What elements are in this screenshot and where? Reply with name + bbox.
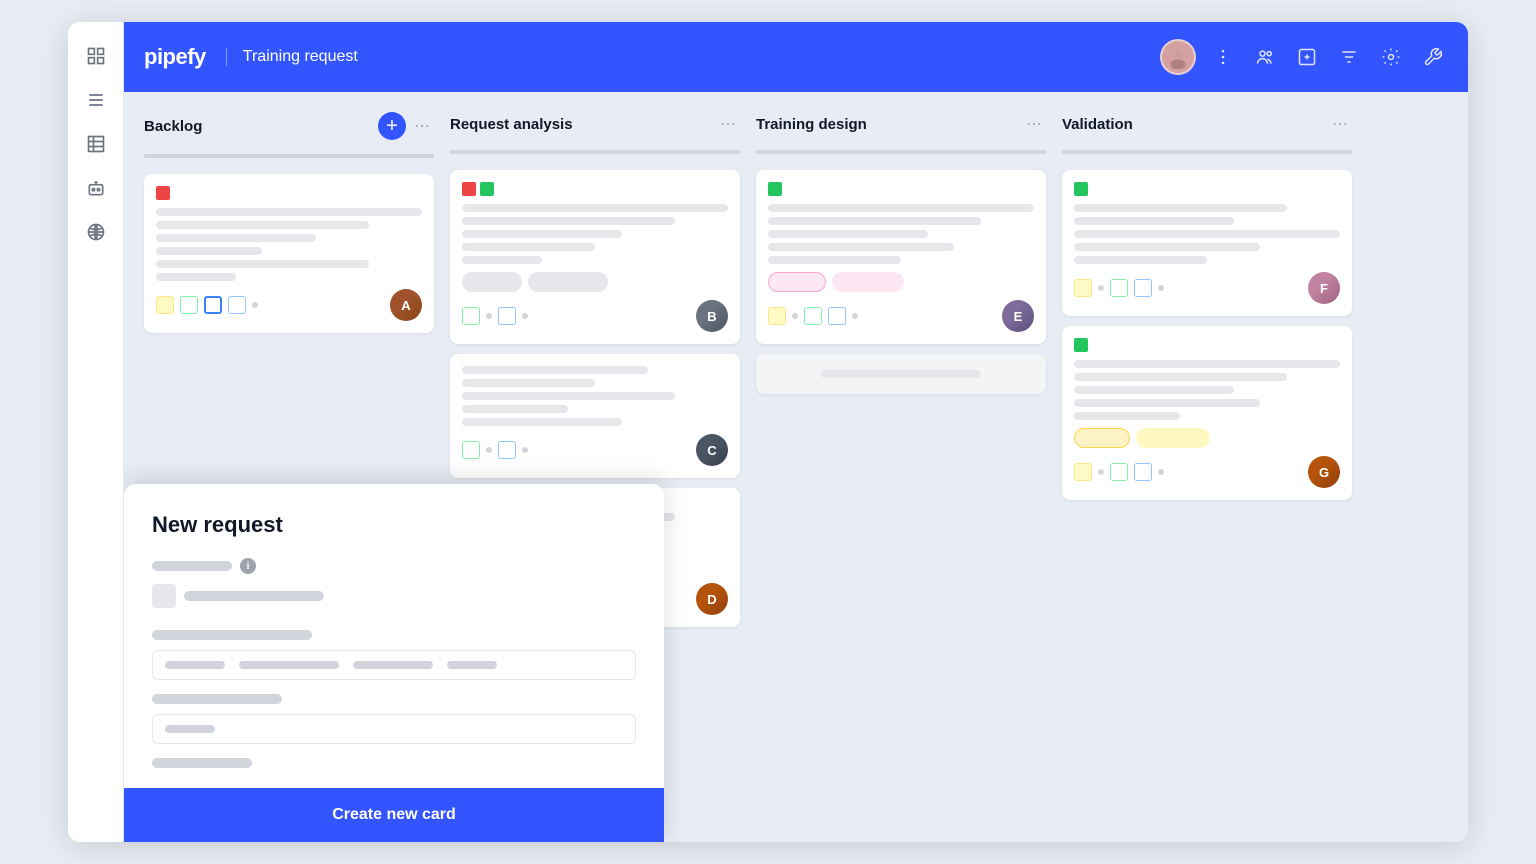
column-request-analysis-title: Request analysis	[450, 116, 712, 133]
td-card-icon-2	[804, 307, 822, 325]
column-validation-title: Validation	[1062, 116, 1324, 133]
more-options-icon[interactable]	[1208, 42, 1238, 72]
v-card-avatar-1: F	[1308, 272, 1340, 304]
new-request-form: New request i	[124, 484, 664, 842]
v-card-icon-1	[1074, 279, 1092, 297]
column-ra-more-button[interactable]: ⋯	[716, 112, 740, 136]
form-footer: Create new card	[124, 788, 664, 842]
ra-card-icon-2	[498, 307, 516, 325]
ra-card-avatar-3: D	[696, 583, 728, 615]
sidebar	[68, 22, 124, 842]
v-card2-icon-3	[1134, 463, 1152, 481]
logo-text: pipefy	[144, 44, 206, 70]
form-field-1-row: i	[152, 558, 636, 574]
ra-card-2: C	[450, 354, 740, 478]
people-icon[interactable]	[1250, 42, 1280, 72]
ra-card-avatar-1: B	[696, 300, 728, 332]
column-more-button[interactable]: ⋯	[410, 114, 434, 138]
v-card-2: G	[1062, 326, 1352, 500]
column-backlog-header: Backlog + ⋯	[144, 112, 434, 140]
form-input-1[interactable]	[152, 650, 636, 680]
form-input-2[interactable]	[152, 714, 636, 744]
column-v-line	[1062, 150, 1352, 154]
card-icon-4	[228, 296, 246, 314]
kanban-board: Backlog + ⋯	[124, 92, 1468, 842]
column-backlog-title: Backlog	[144, 118, 378, 135]
v-card-icon-3	[1134, 279, 1152, 297]
column-td-line	[756, 150, 1046, 154]
v-card2-icon-2	[1110, 463, 1128, 481]
ra-card2-icon-1	[462, 441, 480, 459]
ra-card-avatar-2: C	[696, 434, 728, 466]
main-content: pipefy Training request	[124, 22, 1468, 842]
form-value-1	[184, 591, 324, 601]
v-card-icon-2	[1110, 279, 1128, 297]
logo: pipefy	[144, 44, 206, 70]
column-training-design-header: Training design ⋯	[756, 112, 1046, 136]
page-title: Training request	[226, 48, 358, 66]
column-ra-line	[450, 150, 740, 154]
column-validation: Validation ⋯	[1062, 112, 1352, 822]
form-info-icon: i	[240, 558, 256, 574]
card-icon-3	[204, 296, 222, 314]
column-validation-header: Validation ⋯	[1062, 112, 1352, 136]
filter-icon[interactable]	[1334, 42, 1364, 72]
td-card-placeholder	[756, 354, 1046, 394]
form-label-2	[152, 630, 312, 640]
create-new-card-button[interactable]: Create new card	[332, 806, 456, 824]
column-add-button[interactable]: +	[378, 112, 406, 140]
form-title: New request	[152, 512, 636, 538]
header-actions	[1160, 39, 1448, 75]
form-bottom-label	[152, 758, 252, 768]
td-card-1: E	[756, 170, 1046, 344]
form-label-3	[152, 694, 282, 704]
ra-card-icon-1	[462, 307, 480, 325]
column-v-more-button[interactable]: ⋯	[1328, 112, 1352, 136]
settings-icon[interactable]	[1376, 42, 1406, 72]
column-backlog-line	[144, 154, 434, 158]
card-avatar-1: A	[390, 289, 422, 321]
sidebar-item-grid[interactable]	[78, 38, 114, 74]
td-card-icon-1	[768, 307, 786, 325]
form-image-placeholder	[152, 584, 176, 608]
ra-card-1: B	[450, 170, 740, 344]
backlog-card-1: A	[144, 174, 434, 333]
wrench-icon[interactable]	[1418, 42, 1448, 72]
column-request-analysis-header: Request analysis ⋯	[450, 112, 740, 136]
column-training-design-title: Training design	[756, 116, 1018, 133]
ra-card-dot2	[522, 313, 528, 319]
form-body: New request i	[124, 484, 664, 788]
form-label-1	[152, 561, 232, 571]
import-icon[interactable]	[1292, 42, 1322, 72]
sidebar-item-bot[interactable]	[78, 170, 114, 206]
card-icon-2	[180, 296, 198, 314]
form-image-row	[152, 584, 636, 608]
td-card-avatar-1: E	[1002, 300, 1034, 332]
ra-card-dot	[486, 313, 492, 319]
td-card-icon-3	[828, 307, 846, 325]
sidebar-item-list[interactable]	[78, 82, 114, 118]
card-icon-1	[156, 296, 174, 314]
header: pipefy Training request	[124, 22, 1468, 92]
card-dot	[252, 302, 258, 308]
sidebar-item-globe[interactable]	[78, 214, 114, 250]
v-card2-icon-1	[1074, 463, 1092, 481]
column-td-more-button[interactable]: ⋯	[1022, 112, 1046, 136]
v-card-1: F	[1062, 170, 1352, 316]
sidebar-item-table[interactable]	[78, 126, 114, 162]
ra-card2-icon-2	[498, 441, 516, 459]
column-training-design: Training design ⋯	[756, 112, 1046, 822]
v-card-avatar-2: G	[1308, 456, 1340, 488]
user-avatar[interactable]	[1160, 39, 1196, 75]
